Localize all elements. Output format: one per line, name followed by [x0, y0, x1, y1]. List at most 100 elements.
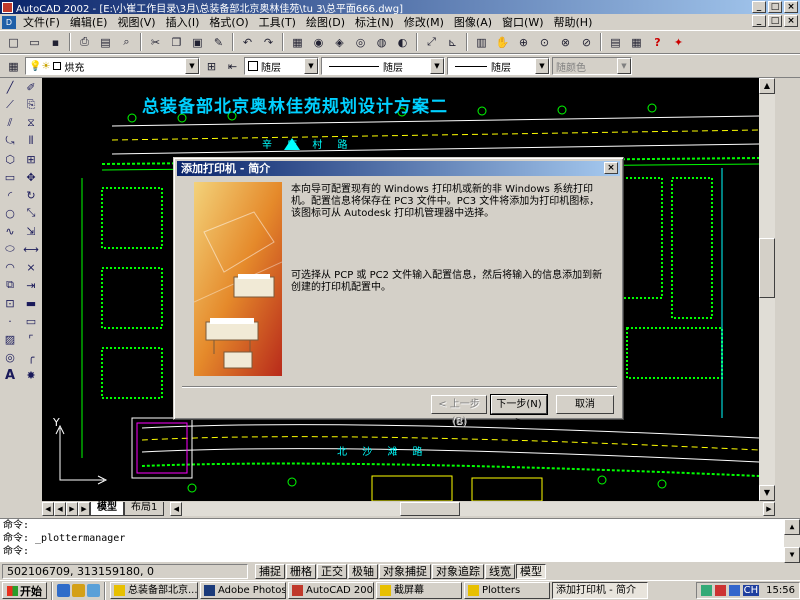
spline-icon[interactable]: ∿ [0, 222, 20, 240]
scroll-up-icon[interactable]: ▲ [784, 519, 800, 535]
copy-object-icon[interactable]: ⎘ [21, 96, 41, 114]
minimize-button[interactable]: _ [752, 1, 766, 13]
ie-quicklaunch-icon[interactable] [57, 584, 70, 597]
taskbar-item-folder[interactable]: 总装备部北京... [110, 582, 198, 599]
web-icon[interactable]: ◎ [351, 33, 370, 52]
array-icon[interactable]: ⊞ [21, 150, 41, 168]
hscroll-thumb[interactable] [400, 502, 461, 516]
fillet-icon[interactable]: ╭ [21, 348, 41, 366]
layer-manager-icon[interactable]: ▦ [4, 57, 23, 76]
find-icon[interactable]: ⌕ [117, 33, 136, 52]
menu-window[interactable]: 窗口(W) [497, 14, 548, 30]
command-window[interactable]: 命令: 命令: _plottermanager 命令: ▲ ▼ [0, 518, 800, 563]
next-button[interactable]: 下一步(N) > [490, 394, 548, 427]
print-icon[interactable]: ⎙ [75, 33, 94, 52]
stretch-icon[interactable]: ⇲ [21, 222, 41, 240]
tab-layout1[interactable]: 布局1 [124, 502, 165, 516]
construction-line-icon[interactable]: ⟋ [0, 96, 20, 114]
linetype-dropdown[interactable]: 随层 ▼ [321, 57, 445, 75]
snap-toggle[interactable]: 捕捉 [255, 564, 285, 579]
rectangle-icon[interactable]: ▭ [0, 168, 20, 186]
command-scrollbar[interactable]: ▲ ▼ [784, 519, 800, 563]
dropdown-arrow-icon[interactable]: ▼ [304, 58, 318, 74]
circle-icon[interactable]: ○ [0, 204, 20, 222]
input-language-indicator[interactable]: CH [742, 585, 760, 596]
maximize-button[interactable]: □ [768, 1, 782, 13]
mirror-icon[interactable]: ⧖ [21, 114, 41, 132]
autocad-app-icon[interactable] [2, 1, 13, 13]
zoom-extents-icon[interactable]: ⊗ [556, 33, 575, 52]
polar-toggle[interactable]: 极轴 [348, 564, 378, 579]
hatch-icon[interactable]: ▨ [0, 330, 20, 348]
menu-modify[interactable]: 修改(M) [399, 14, 449, 30]
command-prompt[interactable]: 命令: [0, 545, 800, 558]
point-icon[interactable]: · [0, 312, 20, 330]
move-icon[interactable]: ✥ [21, 168, 41, 186]
volume-icon[interactable] [728, 585, 740, 596]
polygon-icon[interactable]: ⬡ [0, 150, 20, 168]
last-tab-icon[interactable]: ▶ [78, 502, 90, 516]
menu-image[interactable]: 图像(A) [449, 14, 497, 30]
close-button[interactable]: × [784, 1, 798, 13]
lengthen-icon[interactable]: ⟷ [21, 240, 41, 258]
redo-icon[interactable]: ↷ [259, 33, 278, 52]
paste-icon[interactable]: ▣ [188, 33, 207, 52]
menu-view[interactable]: 视图(V) [112, 14, 160, 30]
meet-now-icon[interactable]: ◐ [393, 33, 412, 52]
document-icon[interactable]: D [2, 15, 16, 29]
explode-icon[interactable]: ✸ [21, 366, 41, 384]
scale-icon[interactable]: ⤡ [21, 204, 41, 222]
menu-format[interactable]: 格式(O) [204, 14, 253, 30]
insert-block-icon[interactable]: ⧉ [0, 276, 20, 294]
antivirus-icon[interactable] [714, 585, 726, 596]
line-tool-icon[interactable]: ╱ [0, 78, 20, 96]
menu-edit[interactable]: 编辑(E) [65, 14, 113, 30]
scroll-left-icon[interactable]: ◀ [170, 502, 183, 516]
desktop-quicklaunch-icon[interactable] [87, 584, 100, 597]
zoom-realtime-icon[interactable]: ⊕ [514, 33, 533, 52]
publish-icon[interactable]: ◍ [372, 33, 391, 52]
hyperlink-icon[interactable]: ◉ [309, 33, 328, 52]
break-at-point-icon[interactable]: ▭ [21, 312, 41, 330]
menu-dimension[interactable]: 标注(N) [350, 14, 399, 30]
erase-icon[interactable]: ✐ [21, 78, 41, 96]
doc-close-button[interactable]: × [784, 15, 798, 27]
region-icon[interactable]: ◎ [0, 348, 20, 366]
taskbar-item-photoshop[interactable]: Adobe Photoshop [200, 582, 286, 599]
mtext-icon[interactable]: A [0, 366, 20, 384]
menu-draw[interactable]: 绘图(D) [301, 14, 350, 30]
ellipse-arc-icon[interactable]: ◠ [0, 258, 20, 276]
otrack-toggle[interactable]: 对象追踪 [432, 564, 484, 579]
new-file-icon[interactable]: □ [4, 33, 23, 52]
layer-dropdown[interactable]: 💡☀ 烘充 ▼ [25, 57, 200, 75]
cancel-button[interactable]: 取消 [556, 395, 614, 414]
taskbar-item-plotters[interactable]: Plotters [464, 582, 550, 599]
zoom-window-icon[interactable]: ⊙ [535, 33, 554, 52]
lineweight-dropdown[interactable]: 随层 ▼ [447, 57, 550, 75]
start-button[interactable]: 开始 [2, 582, 47, 599]
adcenter-icon[interactable]: ▦ [288, 33, 307, 52]
doc-restore-button[interactable]: □ [768, 15, 782, 27]
horizontal-scrollbar[interactable]: ◀ ▶ [170, 502, 775, 516]
menu-file[interactable]: 文件(F) [18, 14, 65, 30]
multiline-icon[interactable]: ⫽ [0, 114, 20, 132]
named-views-icon[interactable]: ▥ [472, 33, 491, 52]
rotate-icon[interactable]: ↻ [21, 186, 41, 204]
menu-help[interactable]: 帮助(H) [549, 14, 598, 30]
color-dropdown[interactable]: 随层 ▼ [244, 57, 319, 75]
today-icon[interactable]: ◈ [330, 33, 349, 52]
layer-previous-icon[interactable]: ⇤ [223, 57, 242, 76]
undo-icon[interactable]: ↶ [238, 33, 257, 52]
lineweight-toggle[interactable]: 线宽 [485, 564, 515, 579]
offset-icon[interactable]: ⫴ [21, 132, 41, 150]
model-toggle[interactable]: 模型 [516, 564, 546, 579]
scroll-right-icon[interactable]: ▶ [763, 502, 775, 516]
menu-insert[interactable]: 插入(I) [161, 14, 205, 30]
grid-toggle[interactable]: 栅格 [286, 564, 316, 579]
extend-icon[interactable]: ⇥ [21, 276, 41, 294]
explorer-quicklaunch-icon[interactable] [72, 584, 85, 597]
ortho-toggle[interactable]: 正交 [317, 564, 347, 579]
taskbar-item-screenshot[interactable]: 截屏幕 [376, 582, 462, 599]
make-object-layer-current-icon[interactable]: ⊞ [202, 57, 221, 76]
taskbar-item-add-printer[interactable]: 添加打印机 - 简介 [552, 582, 648, 599]
